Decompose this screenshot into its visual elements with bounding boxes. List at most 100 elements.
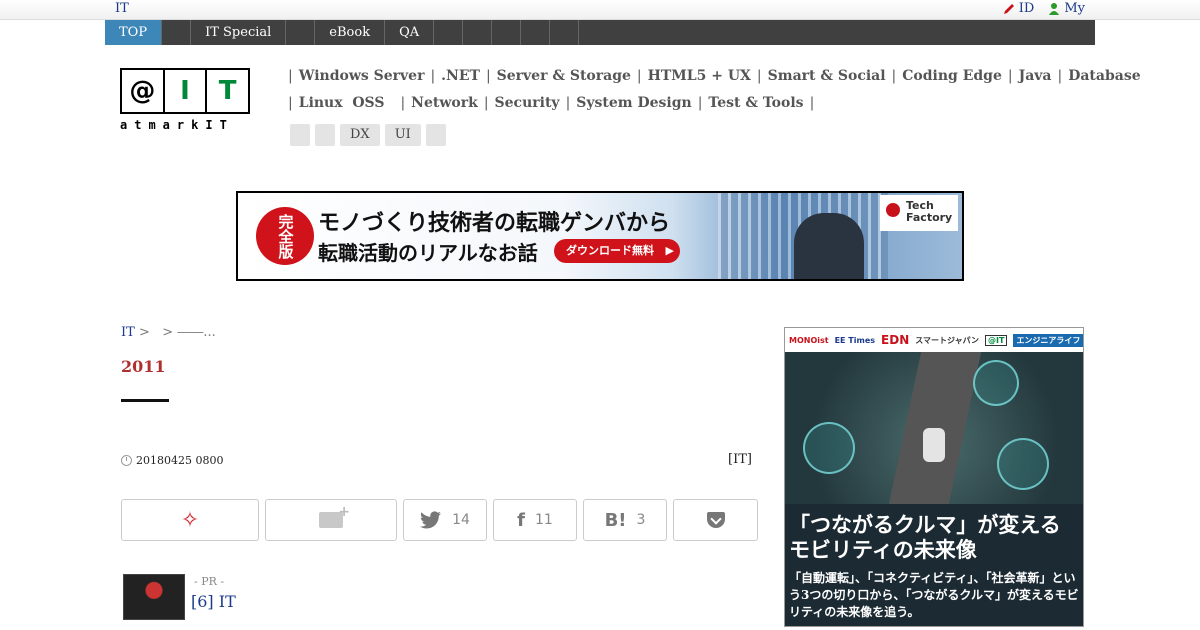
twitter-count: 14	[452, 512, 470, 528]
tag-chip[interactable]	[315, 124, 335, 146]
nav-item-blank[interactable]	[286, 20, 316, 45]
hatena-bookmark-icon: B!	[604, 509, 627, 531]
utility-links: ID My	[1003, 1, 1085, 16]
nav-item-blank[interactable]	[162, 20, 192, 45]
ad-body: 「自動運転」、「コネクティビティ」、「社会革新」という3つの切り口から、「つなが…	[789, 571, 1079, 619]
category-link[interactable]: Database	[1068, 68, 1140, 84]
nav-qa[interactable]: QA	[385, 20, 435, 45]
twitter-icon	[420, 511, 442, 529]
facebook-icon: f	[517, 509, 525, 531]
nav-ebook[interactable]: eBook	[315, 20, 386, 45]
my-link[interactable]: My	[1048, 1, 1085, 16]
network-node-graphic	[803, 422, 855, 474]
category-link[interactable]: Server & Storage	[497, 68, 631, 84]
download-button[interactable]: ダウンロード無料	[554, 239, 680, 263]
category-link[interactable]: Windows Server	[299, 68, 425, 84]
ad-logo-strip: MONOist EE Times EDN スマートジャパン @IT エンジニアラ…	[785, 328, 1083, 352]
ad-headline-line: モビリティの未来像	[789, 537, 977, 562]
id-link[interactable]: ID	[1003, 1, 1035, 16]
pdf-icon: ✧	[180, 507, 200, 533]
tech-factory-logo: Tech Factory	[880, 195, 958, 231]
category-links: | Windows Server | .NET | Server & Stora…	[288, 66, 1141, 120]
nav-item-blank[interactable]	[434, 20, 464, 45]
category-row: | Windows Server | .NET | Server & Stora…	[288, 68, 1141, 84]
category-link[interactable]: Test & Tools	[708, 95, 803, 111]
nav-item-blank[interactable]	[492, 20, 522, 45]
date-text: 20180425 0800	[136, 454, 224, 467]
article-source: [IT]	[728, 452, 752, 467]
ad-logo: エンジニアライフ	[1013, 333, 1083, 347]
mail-share-button[interactable]	[265, 499, 397, 541]
person-icon	[1049, 3, 1060, 15]
category-link[interactable]: Network	[411, 95, 478, 111]
article-date: 20180425 0800	[121, 454, 223, 467]
site-logo[interactable]: @ I T atmarkIT	[120, 68, 250, 134]
network-node-graphic	[973, 360, 1019, 406]
tag-chip-dx[interactable]: DX	[340, 124, 380, 146]
ad-headline: 「つながるクルマ」が変える モビリティの未来像	[789, 512, 1061, 562]
hatena-count: 3	[636, 512, 646, 528]
clock-icon	[121, 455, 132, 466]
ad-logo: EDN	[881, 333, 910, 347]
category-link[interactable]: Coding Edge	[902, 68, 1002, 84]
banner-ad[interactable]: 完全版 モノづくり技術者の転職ゲンバから 転職活動のリアルなお話 ダウンロード無…	[236, 191, 964, 281]
title-underline	[121, 399, 169, 402]
category-link[interactable]: Java	[1019, 68, 1052, 84]
pdf-button[interactable]: ✧	[121, 499, 259, 541]
facebook-share-button[interactable]: f 11	[493, 499, 577, 541]
hatena-share-button[interactable]: B! 3	[583, 499, 667, 541]
nav-item-blank[interactable]	[521, 20, 551, 45]
tag-chip[interactable]	[290, 124, 310, 146]
category-row: | Linux OSS | Network | Security | Syste…	[288, 95, 815, 111]
pocket-icon	[706, 512, 725, 528]
breadcrumb-current: ――...	[177, 325, 216, 340]
main-nav: TOP IT Special eBook QA	[105, 20, 1095, 45]
logo-boxes: @ I T	[120, 68, 250, 114]
ad-logo: @IT	[985, 334, 1008, 346]
category-link[interactable]: System Design	[576, 95, 691, 111]
banner-headline: モノづくり技術者の転職ゲンバから	[318, 210, 671, 236]
mail-add-icon	[319, 504, 350, 528]
ad-logo: EE Times	[834, 335, 876, 345]
banner-badge: 完全版	[256, 207, 314, 265]
tag-list: DX UI	[290, 124, 446, 146]
logo-i: I	[165, 70, 208, 112]
category-link[interactable]: Smart & Social	[768, 68, 886, 84]
tag-chip[interactable]	[425, 124, 446, 146]
twitter-share-button[interactable]: 14	[403, 499, 487, 541]
person-graphic	[794, 213, 864, 279]
ad-logo: MONOist	[789, 335, 829, 345]
ad-logo: スマートジャパン	[915, 335, 979, 345]
pencil-icon	[1003, 3, 1014, 14]
facebook-count: 11	[535, 512, 553, 528]
utility-bar: IT ID My	[0, 0, 1200, 20]
category-link[interactable]: Security	[495, 95, 560, 111]
connected-car-graphic	[785, 352, 1083, 504]
banner-subheadline: 転職活動のリアルなお話	[318, 241, 538, 265]
category-link[interactable]: Linux OSS	[299, 95, 385, 111]
ad-headline-line: 「つながるクルマ」が変える	[789, 512, 1061, 537]
pocket-share-button[interactable]	[673, 499, 758, 541]
category-link[interactable]: HTML5 + UX	[648, 68, 751, 84]
pr-link[interactable]: [6] IT	[191, 592, 236, 611]
my-label: My	[1064, 1, 1085, 16]
nav-top[interactable]: TOP	[105, 20, 163, 45]
logo-wordmark: atmarkIT	[120, 118, 234, 132]
logo-at: @	[122, 70, 165, 112]
pr-thumbnail[interactable]	[123, 574, 185, 620]
pr-label: - PR -	[194, 575, 225, 588]
tag-chip-ui[interactable]: UI	[384, 124, 421, 146]
car-graphic	[923, 428, 945, 462]
nav-item-blank[interactable]	[463, 20, 493, 45]
nav-item-blank[interactable]	[550, 20, 580, 45]
category-link[interactable]: .NET	[441, 68, 480, 84]
logo-t: T	[218, 76, 237, 106]
id-label: ID	[1018, 1, 1035, 16]
network-node-graphic	[997, 438, 1049, 490]
breadcrumb: IT > > ――...	[121, 325, 216, 340]
breadcrumb-home[interactable]: IT	[121, 325, 135, 340]
sidebar-ad[interactable]: MONOist EE Times EDN スマートジャパン @IT エンジニアラ…	[784, 327, 1084, 627]
nav-it-special[interactable]: IT Special	[191, 20, 287, 45]
site-name-link[interactable]: IT	[115, 1, 129, 16]
article-title: 2011	[121, 357, 166, 376]
